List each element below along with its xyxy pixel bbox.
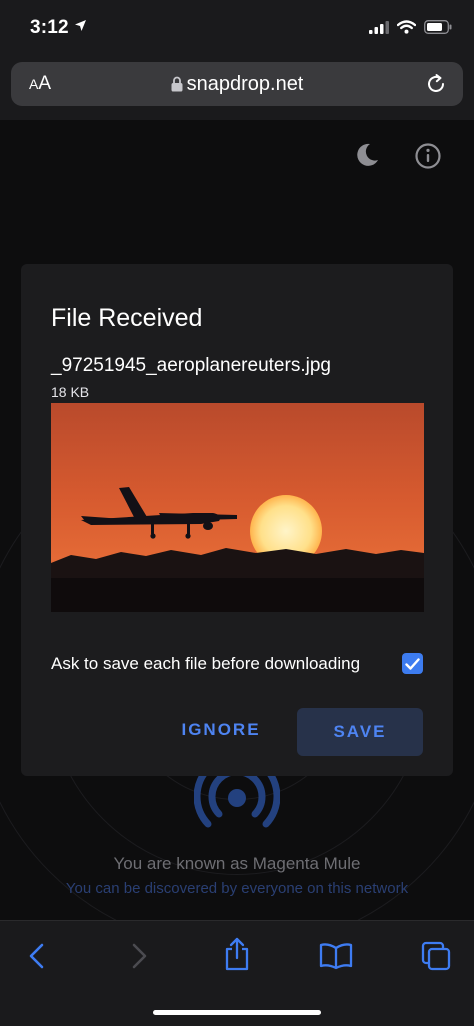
url-text: snapdrop.net (186, 73, 304, 95)
ignore-button[interactable]: IGNORE (171, 720, 271, 744)
lock-icon (171, 75, 183, 98)
info-icon[interactable] (414, 142, 442, 175)
address-bar[interactable]: AA snapdrop.net (11, 62, 463, 106)
device-name-text: You are known as Magenta Mule (113, 854, 361, 873)
home-indicator (153, 1010, 321, 1015)
cellular-signal-icon (369, 20, 389, 39)
ask-to-save-checkbox[interactable] (402, 653, 423, 674)
wifi-icon (396, 20, 417, 39)
checkmark-icon (405, 657, 420, 670)
tabs-icon[interactable] (420, 941, 452, 976)
ask-to-save-label: Ask to save each file before downloading (51, 654, 361, 673)
location-arrow-icon (74, 19, 87, 37)
discoverability-text: You can be discovered by everyone on thi… (65, 880, 409, 897)
reload-icon[interactable] (425, 73, 447, 100)
status-indicators (369, 20, 452, 39)
forward-icon[interactable] (128, 941, 150, 976)
share-icon[interactable] (222, 937, 252, 976)
file-received-dialog: File Received _97251945_aeroplanereuters… (21, 264, 453, 776)
status-time: 3:12 (30, 17, 69, 38)
status-bar: 3:12 (0, 0, 474, 56)
file-size: 18 KB (51, 384, 90, 400)
ask-to-save-row[interactable]: Ask to save each file before downloading (51, 653, 423, 677)
moon-icon[interactable] (354, 142, 380, 173)
url-display[interactable]: snapdrop.net (11, 73, 463, 98)
back-icon[interactable] (26, 941, 48, 976)
image-preview (51, 403, 424, 612)
battery-icon (424, 20, 452, 39)
file-name: _97251945_aeroplanereuters.jpg (51, 355, 331, 376)
save-button[interactable]: SAVE (297, 708, 423, 756)
dialog-title: File Received (51, 304, 203, 332)
bookmarks-icon[interactable] (318, 941, 354, 976)
browser-chrome: AA snapdrop.net (0, 56, 474, 120)
